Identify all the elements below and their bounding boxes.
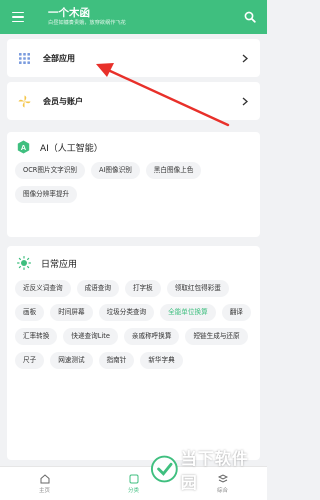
tab-home-label: 主页 [38, 487, 50, 494]
watermark-logo-icon [150, 455, 178, 483]
pinwheel-icon [17, 94, 31, 108]
membership-label: 会员与账户 [43, 96, 83, 106]
daily-chip-list: 近反义词查询 成语查询 打字板 领取红包得彩蛋 画板 时间屏幕 垃圾分类查询 全… [7, 280, 260, 369]
daily-apps-section: 日常应用 近反义词查询 成语查询 打字板 领取红包得彩蛋 画板 时间屏幕 垃圾分… [7, 246, 260, 460]
ai-section-title: AI（人工智能） [40, 143, 103, 154]
chip-short-link[interactable]: 短链生成与还原 [185, 328, 248, 345]
chip-exchange-rate[interactable]: 汇率转换 [15, 328, 58, 345]
ai-section: A AI（人工智能） OCR图片文字识别 AI图像识别 黑白图像上色 图像分辨率… [7, 132, 260, 237]
grid-icon [17, 51, 31, 65]
ai-section-header: A AI（人工智能） [7, 132, 260, 162]
svg-text:A: A [21, 143, 27, 152]
tab-category-label: 分类 [127, 487, 139, 494]
chip-ai-image-recognition[interactable]: AI图像识别 [90, 162, 140, 179]
ai-badge-icon: A [17, 140, 30, 154]
membership-row[interactable]: 会员与账户 [7, 82, 260, 120]
ai-chip-list: OCR图片文字识别 AI图像识别 黑白图像上色 图像分辨率提升 [7, 162, 260, 203]
all-apps-label: 全部应用 [43, 53, 75, 63]
chip-ocr[interactable]: OCR图片文字识别 [15, 162, 85, 179]
chip-typing-board[interactable]: 打字板 [124, 280, 161, 297]
daily-section-header: 日常应用 [7, 246, 260, 280]
all-apps-card: 全部应用 [7, 39, 260, 77]
title-area: 一个木函 白昼如镰奏贵娥，放穿欲纲作飞花 [36, 7, 233, 27]
chip-idiom[interactable]: 成语查询 [76, 280, 119, 297]
membership-card: 会员与账户 [7, 82, 260, 120]
chip-express-lite[interactable]: 快递查询Lite [63, 328, 118, 345]
chip-xinhua-dict[interactable]: 新华字典 [140, 352, 183, 369]
chip-speed-test[interactable]: 网速测试 [50, 352, 93, 369]
hamburger-menu-icon[interactable] [0, 0, 36, 34]
chip-time-screen[interactable]: 时间屏幕 [50, 304, 93, 321]
daily-section-title: 日常应用 [41, 259, 78, 270]
chip-garbage-sort[interactable]: 垃圾分类查询 [98, 304, 155, 321]
home-icon [40, 473, 49, 483]
chip-upscale[interactable]: 图像分辨率提升 [15, 186, 78, 203]
sun-icon [17, 256, 31, 270]
chip-drawing-board[interactable]: 画板 [15, 304, 45, 321]
chevron-right-icon [240, 53, 250, 63]
chip-relative-title[interactable]: 亲戚称呼换算 [123, 328, 180, 345]
chip-synonym[interactable]: 近反义词查询 [15, 280, 71, 297]
category-icon [129, 474, 138, 483]
chip-ruler[interactable]: 尺子 [15, 352, 45, 369]
chip-translate[interactable]: 翻译 [221, 304, 251, 321]
all-apps-row[interactable]: 全部应用 [7, 39, 260, 77]
app-header: 一个木函 白昼如镰奏贵娥，放穿欲纲作飞花 [0, 0, 267, 34]
app-title: 一个木函 [48, 7, 90, 19]
chevron-right-icon [240, 96, 250, 106]
chip-unit-convert[interactable]: 全能单位换算 [160, 304, 216, 321]
chip-compass[interactable]: 指南针 [98, 352, 135, 369]
chip-red-packet[interactable]: 领取红包得彩蛋 [166, 280, 229, 297]
app-subtitle: 白昼如镰奏贵娥，放穿欲纲作飞花 [48, 20, 126, 26]
tab-home[interactable]: 主页 [0, 467, 89, 500]
chip-colorize[interactable]: 黑白图像上色 [145, 162, 202, 179]
watermark: 当下软件园 [150, 447, 262, 492]
search-icon[interactable] [233, 0, 267, 34]
watermark-text: 当下软件园 [180, 449, 249, 492]
